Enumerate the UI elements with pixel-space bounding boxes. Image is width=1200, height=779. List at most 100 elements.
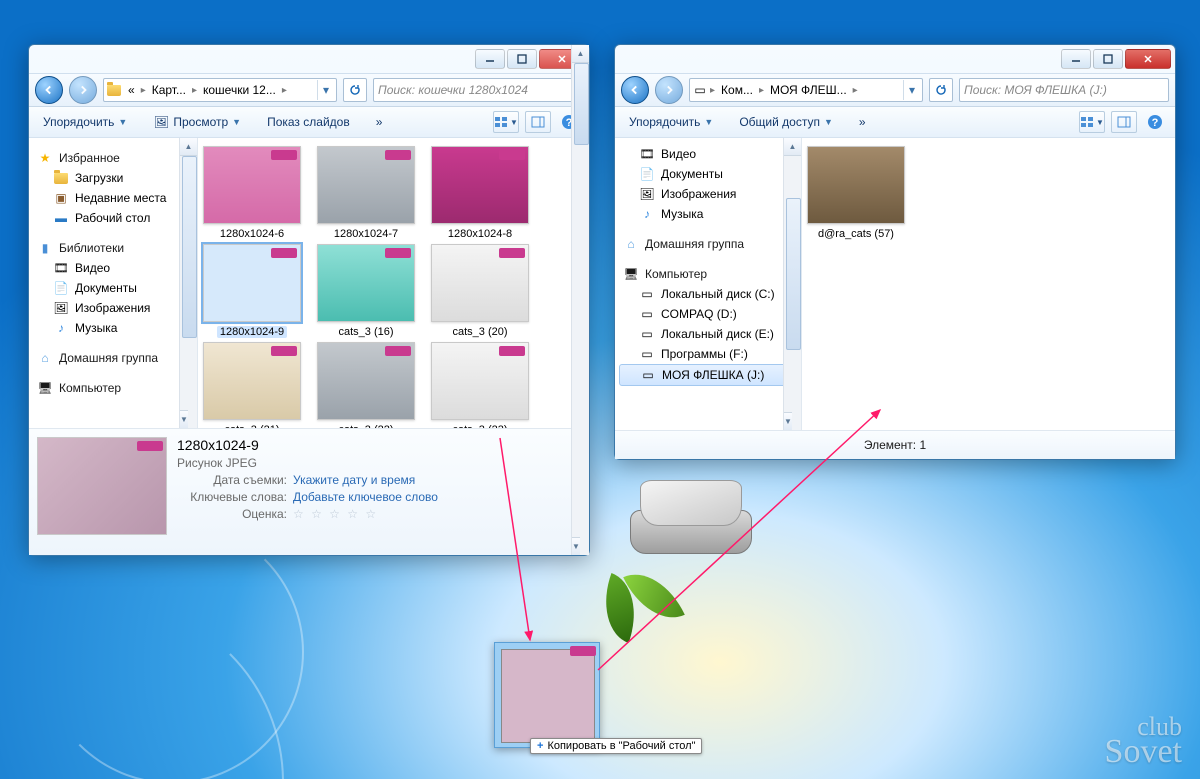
file-thumbnail[interactable]: 1280x1024-7 bbox=[316, 146, 416, 240]
forward-button[interactable] bbox=[69, 76, 97, 104]
pictures-icon: 🖼 bbox=[639, 186, 655, 202]
nav-downloads[interactable]: Загрузки bbox=[29, 168, 197, 188]
nav-videos[interactable]: 🎞Видео bbox=[615, 144, 801, 164]
close-button[interactable] bbox=[1125, 49, 1171, 69]
drive-icon: ▭ bbox=[639, 346, 655, 362]
nav-computer-header[interactable]: 🖥Компьютер bbox=[615, 264, 801, 284]
content-pane[interactable]: ▲▼ 1280x1024-61280x1024-71280x1024-8 1280… bbox=[198, 138, 589, 428]
address-bar[interactable]: «▸ Карт...▸ кошечки 12...▸ ▾ bbox=[103, 78, 337, 102]
preview-icon: 🖼 bbox=[153, 114, 169, 130]
nav-desktop[interactable]: ▬Рабочий стол bbox=[29, 208, 197, 228]
nav-pane: 🎞Видео 📄Документы 🖼Изображения ♪Музыка ⌂… bbox=[615, 138, 802, 430]
nav-pictures[interactable]: 🖼Изображения bbox=[29, 298, 197, 318]
details-date-label: Дата съемки: bbox=[177, 473, 287, 487]
breadcrumb-segment[interactable]: Ком... bbox=[717, 80, 757, 100]
details-tags-value[interactable]: Добавьте ключевое слово bbox=[293, 490, 438, 504]
nav-drive-d[interactable]: ▭COMPAQ (D:) bbox=[615, 304, 801, 324]
nav-music[interactable]: ♪Музыка bbox=[29, 318, 197, 338]
breadcrumb-segment[interactable]: МОЯ ФЛЕШ... bbox=[766, 80, 851, 100]
details-date-value[interactable]: Укажите дату и время bbox=[293, 473, 415, 487]
toolbar-overflow[interactable]: » bbox=[370, 112, 389, 132]
breadcrumb-more[interactable]: « bbox=[124, 80, 139, 100]
view-button[interactable]: ▼ bbox=[1079, 111, 1105, 133]
drive-icon: ▭ bbox=[692, 82, 708, 98]
minimize-button[interactable] bbox=[1061, 49, 1091, 69]
minimize-button[interactable] bbox=[475, 49, 505, 69]
titlebar[interactable] bbox=[29, 45, 589, 73]
back-button[interactable] bbox=[621, 76, 649, 104]
nav-drive-e[interactable]: ▭Локальный диск (E:) bbox=[615, 324, 801, 344]
breadcrumb-segment[interactable]: кошечки 12... bbox=[199, 80, 280, 100]
nav-videos[interactable]: 🎞Видео bbox=[29, 258, 197, 278]
preview-pane-button[interactable] bbox=[525, 111, 551, 133]
drag-thumbnail[interactable] bbox=[494, 642, 600, 748]
maximize-button[interactable] bbox=[507, 49, 537, 69]
desktop: «▸ Карт...▸ кошечки 12...▸ ▾ Поиск: коше… bbox=[0, 0, 1200, 779]
file-thumbnail[interactable]: cats_3 (20) bbox=[430, 244, 530, 338]
status-text: Элемент: 1 bbox=[864, 438, 926, 452]
status-bar: Элемент: 1 bbox=[615, 430, 1175, 459]
toolbar: Упорядочить ▼ Общий доступ ▼ » ▼ ? bbox=[615, 107, 1175, 138]
search-input[interactable]: Поиск: МОЯ ФЛЕШКА (J:) bbox=[959, 78, 1169, 102]
nav-recent[interactable]: ▣Недавние места bbox=[29, 188, 197, 208]
preview-pane-button[interactable] bbox=[1111, 111, 1137, 133]
address-bar[interactable]: ▭ ▸ Ком...▸ МОЯ ФЛЕШ...▸ ▾ bbox=[689, 78, 923, 102]
nav-music[interactable]: ♪Музыка bbox=[615, 204, 801, 224]
drive-icon: ▭ bbox=[639, 286, 655, 302]
preview-button[interactable]: 🖼Просмотр ▼ bbox=[147, 111, 247, 133]
help-button[interactable]: ? bbox=[1143, 112, 1167, 132]
nav-drive-j[interactable]: ▭МОЯ ФЛЕШКА (J:) bbox=[619, 364, 797, 386]
file-thumbnail[interactable]: d@ra_cats (57) bbox=[806, 146, 906, 240]
nav-scrollbar[interactable]: ▲▼ bbox=[783, 138, 801, 430]
rating-stars[interactable]: ☆ ☆ ☆ ☆ ☆ bbox=[293, 507, 378, 521]
breadcrumb-segment[interactable]: Карт... bbox=[148, 80, 190, 100]
file-thumbnail[interactable]: 1280x1024-6 bbox=[202, 146, 302, 240]
file-thumbnail[interactable]: cats_3 (21) bbox=[202, 342, 302, 428]
homegroup-icon: ⌂ bbox=[37, 350, 53, 366]
address-dropdown[interactable]: ▾ bbox=[903, 80, 920, 100]
file-thumbnail[interactable]: 1280x1024-9 bbox=[202, 244, 302, 338]
nav-pictures[interactable]: 🖼Изображения bbox=[615, 184, 801, 204]
nav-favorites-header[interactable]: ★Избранное bbox=[29, 148, 197, 168]
file-thumbnail[interactable]: cats_3 (22) bbox=[316, 342, 416, 428]
refresh-button[interactable] bbox=[343, 78, 367, 102]
nav-libraries-header[interactable]: ▮Библиотеки bbox=[29, 238, 197, 258]
search-input[interactable]: Поиск: кошечки 1280x1024 bbox=[373, 78, 583, 102]
music-icon: ♪ bbox=[53, 320, 69, 336]
nav-homegroup-header[interactable]: ⌂Домашняя группа bbox=[615, 234, 801, 254]
nav-computer-header[interactable]: 🖥Компьютер bbox=[29, 378, 197, 398]
nav-drive-c[interactable]: ▭Локальный диск (C:) bbox=[615, 284, 801, 304]
drive-icon: ▭ bbox=[639, 326, 655, 342]
nav-documents[interactable]: 📄Документы bbox=[615, 164, 801, 184]
share-button[interactable]: Общий доступ ▼ bbox=[733, 112, 839, 132]
titlebar[interactable] bbox=[615, 45, 1175, 73]
nav-documents[interactable]: 📄Документы bbox=[29, 278, 197, 298]
drive-icon: ▭ bbox=[640, 367, 656, 383]
nav-scrollbar[interactable]: ▲▼ bbox=[179, 138, 197, 428]
organize-button[interactable]: Упорядочить ▼ bbox=[623, 112, 719, 132]
slideshow-button[interactable]: Показ слайдов bbox=[261, 112, 356, 132]
nav-homegroup-header[interactable]: ⌂Домашняя группа bbox=[29, 348, 197, 368]
address-dropdown[interactable]: ▾ bbox=[317, 80, 334, 100]
svg-text:?: ? bbox=[1152, 117, 1159, 129]
file-thumbnail[interactable]: cats_3 (16) bbox=[316, 244, 416, 338]
window-body: ★Избранное Загрузки ▣Недавние места ▬Раб… bbox=[29, 138, 589, 428]
maximize-button[interactable] bbox=[1093, 49, 1123, 69]
refresh-button[interactable] bbox=[929, 78, 953, 102]
content-pane[interactable]: d@ra_cats (57) bbox=[802, 138, 1175, 430]
drive-icon: ▭ bbox=[639, 306, 655, 322]
file-thumbnail[interactable]: cats_3 (23) bbox=[430, 342, 530, 428]
video-icon: 🎞 bbox=[53, 260, 69, 276]
forward-button[interactable] bbox=[655, 76, 683, 104]
view-button[interactable]: ▼ bbox=[493, 111, 519, 133]
documents-icon: 📄 bbox=[53, 280, 69, 296]
nav-drive-f[interactable]: ▭Программы (F:) bbox=[615, 344, 801, 364]
recent-icon: ▣ bbox=[53, 190, 69, 206]
back-button[interactable] bbox=[35, 76, 63, 104]
star-icon: ★ bbox=[37, 150, 53, 166]
toolbar-overflow[interactable]: » bbox=[853, 112, 872, 132]
libraries-icon: ▮ bbox=[37, 240, 53, 256]
file-thumbnail[interactable]: 1280x1024-8 bbox=[430, 146, 530, 240]
organize-button[interactable]: Упорядочить ▼ bbox=[37, 112, 133, 132]
content-scrollbar[interactable]: ▲▼ bbox=[571, 138, 589, 428]
